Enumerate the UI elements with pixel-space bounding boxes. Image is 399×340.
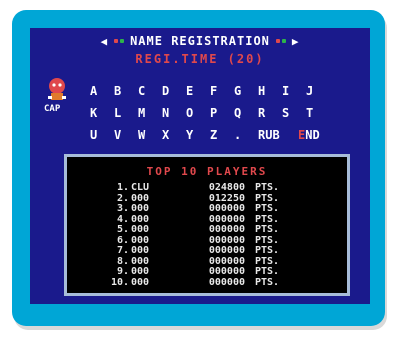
letter-key[interactable]: F: [210, 84, 234, 98]
alphabet-row-2: K L M N O P Q R S T: [90, 102, 350, 124]
score-cell: 012250: [208, 192, 245, 204]
letter-key[interactable]: D: [162, 84, 186, 98]
letter-key[interactable]: Y: [186, 128, 210, 142]
rub-key[interactable]: RUB: [258, 128, 298, 142]
letter-key[interactable]: Z: [210, 128, 234, 142]
letter-key[interactable]: A: [90, 84, 114, 98]
registration-timer: REGI.TIME (20): [135, 52, 265, 66]
letter-key[interactable]: S: [282, 106, 306, 120]
letter-key[interactable]: Q: [234, 106, 258, 120]
right-arrow-icon: ▶: [291, 34, 300, 48]
letter-key[interactable]: K: [90, 106, 114, 120]
unit-cell: PTS.: [255, 182, 280, 194]
player-name-cell: CLU: [131, 182, 150, 194]
letter-key[interactable]: N: [162, 106, 186, 120]
letter-key[interactable]: T: [306, 106, 330, 120]
page-title: NAME REGISTRATION: [130, 34, 270, 48]
letter-key[interactable]: R: [258, 106, 282, 120]
game-screen: ◀ NAME REGISTRATION ▶ REGI.TIME (20) CAP…: [30, 28, 370, 304]
unit-cell: PTS.: [255, 192, 280, 204]
end-key-label: ND: [305, 128, 320, 142]
player-name-cell: 000: [131, 224, 150, 236]
right-dots-icon: [275, 39, 286, 43]
table-row: 5. 000 000000 PTS.: [101, 225, 321, 236]
unit-cell: PTS.: [255, 203, 280, 215]
rank-cell: 6.: [116, 234, 129, 246]
letter-key[interactable]: V: [114, 128, 138, 142]
rank-cell: 8.: [116, 255, 129, 267]
alphabet-row-3: U V W X Y Z . RUB END: [90, 124, 350, 146]
leaderboard-list: 1. CLU 024800 PTS. 2. 000 012250 PTS. 3. 000 00000…: [101, 183, 321, 288]
letter-key[interactable]: E: [186, 84, 210, 98]
letter-key[interactable]: P: [210, 106, 234, 120]
player-name-cell: 000: [131, 213, 150, 225]
registration-header: ◀ NAME REGISTRATION ▶: [30, 32, 370, 50]
score-cell: 000000: [208, 224, 245, 236]
alphabet-grid: A B C D E F G H I J K L M N O P Q R S T …: [90, 80, 350, 146]
table-row: 9. 000 000000 PTS.: [101, 267, 321, 278]
letter-key[interactable]: I: [282, 84, 306, 98]
player-name-cell: 000: [131, 192, 150, 204]
rank-cell: 9.: [116, 266, 129, 278]
unit-cell: PTS.: [255, 234, 280, 246]
leaderboard-title: TOP 10 PLAYERS: [146, 165, 268, 178]
score-cell: 000000: [208, 245, 245, 257]
letter-key[interactable]: O: [186, 106, 210, 120]
score-cell: 000000: [208, 213, 245, 225]
rank-cell: 7.: [116, 245, 129, 257]
score-cell: 024800: [208, 182, 245, 194]
score-cell: 000000: [208, 276, 245, 288]
table-row: 3. 000 000000 PTS.: [101, 204, 321, 215]
letter-key[interactable]: H: [258, 84, 282, 98]
logo-label: CAP: [44, 104, 61, 114]
player-name-cell: 000: [131, 276, 150, 288]
table-row: 1. CLU 024800 PTS.: [101, 183, 321, 194]
left-dots-icon: [114, 39, 125, 43]
letter-key[interactable]: U: [90, 128, 114, 142]
player-name-cell: 000: [131, 245, 150, 257]
letter-key[interactable]: M: [138, 106, 162, 120]
alphabet-row-1: A B C D E F G H I J: [90, 80, 350, 102]
score-cell: 000000: [208, 234, 245, 246]
player-name-cell: 000: [131, 266, 150, 278]
rank-cell: 10.: [110, 276, 129, 288]
score-cell: 000000: [208, 266, 245, 278]
letter-key[interactable]: L: [114, 106, 138, 120]
letter-key[interactable]: B: [114, 84, 138, 98]
rank-cell: 4.: [116, 213, 129, 225]
letter-key[interactable]: .: [234, 128, 258, 142]
player-name-cell: 000: [131, 255, 150, 267]
table-row: 10. 000 000000 PTS.: [101, 276, 321, 289]
letter-key[interactable]: C: [138, 84, 162, 98]
table-row: 7. 000 000000 PTS.: [101, 246, 321, 257]
unit-cell: PTS.: [255, 276, 280, 288]
end-key[interactable]: END: [298, 128, 338, 142]
player-name-cell: 000: [131, 203, 150, 215]
letter-key[interactable]: G: [234, 84, 258, 98]
unit-cell: PTS.: [255, 266, 280, 278]
unit-cell: PTS.: [255, 213, 280, 225]
unit-cell: PTS.: [255, 255, 280, 267]
unit-cell: PTS.: [255, 245, 280, 257]
letter-key[interactable]: J: [306, 84, 330, 98]
player-name-cell: 000: [131, 234, 150, 246]
rank-cell: 3.: [116, 203, 129, 215]
unit-cell: PTS.: [255, 224, 280, 236]
rank-cell: 5.: [116, 224, 129, 236]
leaderboard-panel: TOP 10 PLAYERS 1. CLU 024800 PTS. 2. 000 01225…: [64, 154, 350, 296]
rank-cell: 2.: [116, 192, 129, 204]
score-cell: 000000: [208, 255, 245, 267]
letter-key[interactable]: X: [162, 128, 186, 142]
letter-key[interactable]: W: [138, 128, 162, 142]
rank-cell: 1.: [116, 182, 129, 194]
left-arrow-icon: ◀: [100, 34, 109, 48]
score-cell: 000000: [208, 203, 245, 215]
